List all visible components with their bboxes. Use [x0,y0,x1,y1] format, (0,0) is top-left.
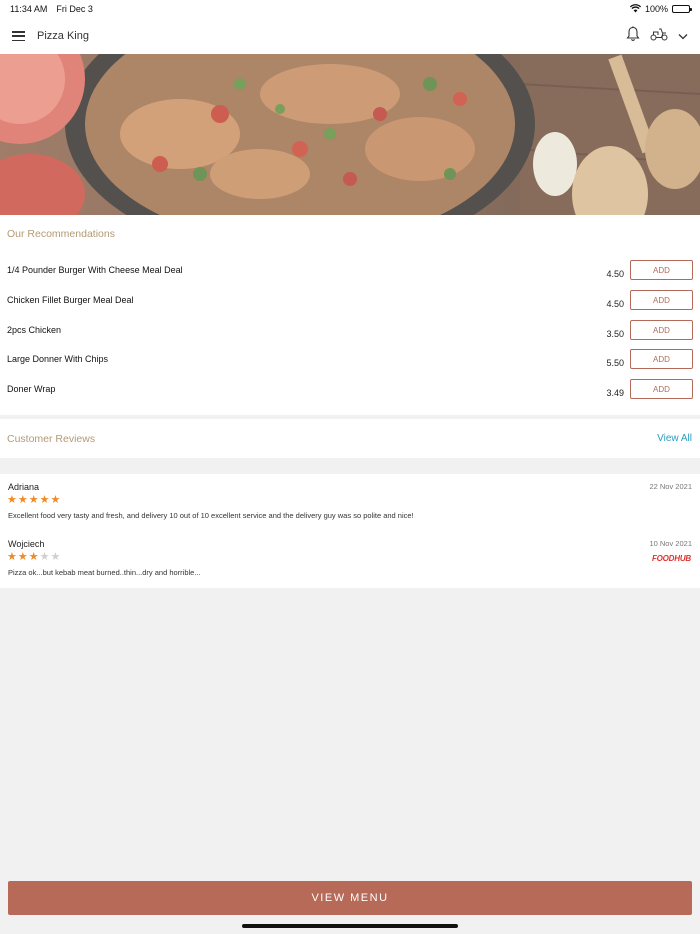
add-button[interactable]: ADD [630,379,693,399]
recommendations-section: Our Recommendations 1/4 Pounder Burger W… [0,215,700,415]
reviews-header: Customer Reviews View All [0,419,700,458]
status-bar: 11:34 AM Fri Dec 3 100% [0,0,700,18]
add-button[interactable]: ADD [630,290,693,310]
review-item: Adriana 22 Nov 2021 ★ ★ ★ ★ ★ Excellent … [0,482,700,532]
chevron-down-icon[interactable] [678,27,688,45]
item-price: 5.50 [606,358,624,368]
status-time: 11:34 AM [10,4,48,14]
item-name: 2pcs Chicken [7,325,62,335]
list-item: Doner Wrap 3.49 ADD [0,379,700,406]
reviews-list: Adriana 22 Nov 2021 ★ ★ ★ ★ ★ Excellent … [0,474,700,588]
add-button[interactable]: ADD [630,260,693,280]
review-date: 10 Nov 2021 [649,539,692,548]
star-icon: ★ [17,551,28,563]
item-price: 3.50 [606,329,624,339]
reviewer-name: Wojciech [8,539,45,549]
list-item: 1/4 Pounder Burger With Cheese Meal Deal… [0,260,700,287]
item-name: Chicken Fillet Burger Meal Deal [7,295,134,305]
item-name: Doner Wrap [7,384,56,394]
home-indicator[interactable] [242,924,458,928]
list-item: Large Donner With Chips 5.50 ADD [0,349,700,376]
battery-icon [672,5,692,13]
status-date: Fri Dec 3 [56,4,93,14]
page-title: Pizza King [37,30,89,42]
foodhub-logo: FOODHUB [651,554,691,563]
menu-icon[interactable] [12,31,25,41]
view-all-link[interactable]: View All [657,433,692,444]
star-icon: ★ [50,551,61,563]
review-text: Excellent food very tasty and fresh, and… [8,511,414,520]
star-icon: ★ [17,494,28,506]
hero-food-image [0,54,700,215]
star-icon: ★ [39,494,50,506]
review-date: 22 Nov 2021 [649,482,692,491]
battery-percent: 100% [644,4,668,14]
star-icon: ★ [28,551,39,563]
item-price: 4.50 [606,269,624,279]
item-name: Large Donner With Chips [7,354,109,364]
reviewer-name: Adriana [8,482,40,492]
star-rating: ★ ★ ★ ★ ★ [7,495,60,506]
star-icon: ★ [28,494,39,506]
bell-icon[interactable] [626,25,640,47]
add-button[interactable]: ADD [630,349,693,369]
delivery-scooter-icon[interactable] [650,27,668,46]
star-icon: ★ [39,551,50,563]
item-price: 4.50 [606,299,624,309]
star-icon: ★ [50,494,61,506]
view-menu-button[interactable]: VIEW MENU [8,881,692,915]
star-icon: ★ [7,494,17,506]
list-item: 2pcs Chicken 3.50 ADD [0,320,700,347]
review-text: Pizza ok...but kebab meat burned..thin..… [8,568,201,577]
star-icon: ★ [7,551,17,563]
reviews-title: Customer Reviews [7,433,96,445]
wifi-icon [629,3,642,15]
recommendations-title: Our Recommendations [7,228,115,240]
item-price: 3.49 [606,388,624,398]
item-name: 1/4 Pounder Burger With Cheese Meal Deal [7,265,183,275]
review-item: Wojciech 10 Nov 2021 FOODHUB ★ ★ ★ ★ ★ P… [0,539,700,589]
star-rating: ★ ★ ★ ★ ★ [7,552,60,563]
list-item: Chicken Fillet Burger Meal Deal 4.50 ADD [0,290,700,317]
add-button[interactable]: ADD [630,320,693,340]
nav-bar: Pizza King [0,18,700,54]
